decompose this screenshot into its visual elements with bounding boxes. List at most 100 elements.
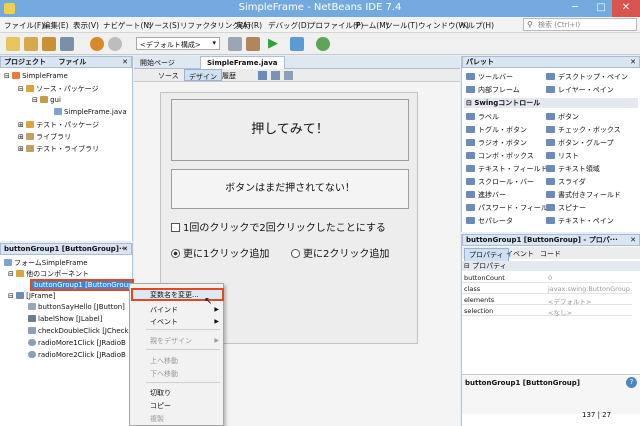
tab-code[interactable]: コード (540, 249, 561, 259)
palette-control[interactable]: コンボ・ボックス (466, 151, 534, 161)
maximize-button[interactable]: □ (588, 0, 614, 17)
ctx-item-cut[interactable]: 切取り (150, 388, 171, 398)
tree-item-java-file[interactable]: SimpleFrame.java (54, 108, 127, 116)
palette-control[interactable]: チェック・ボックス (546, 125, 621, 135)
subtab-source[interactable]: ソース (158, 71, 179, 81)
ctx-item-copy[interactable]: コピー (150, 401, 171, 411)
selection-mode-icon[interactable] (258, 71, 267, 80)
palette-layered-pane[interactable]: レイヤー・ペイン (546, 85, 614, 95)
nav-form-root[interactable]: フォームSimpleFrame (4, 258, 88, 268)
projects-close-icon[interactable]: ✕ (122, 57, 128, 67)
push-button[interactable]: 押してみて！ (171, 99, 409, 161)
properties-close-icon[interactable]: ✕ (630, 235, 636, 245)
menu-navigate[interactable]: ナビゲート(N) (103, 20, 152, 31)
menu-source[interactable]: ソース(S) (147, 20, 180, 31)
hammer-icon[interactable] (228, 37, 242, 51)
radio-selected-icon[interactable] (171, 249, 180, 258)
nav-label-show[interactable]: labelShow [JLabel] (28, 315, 102, 323)
nav-radio-more1[interactable]: radioMore1Click [JRadioB (28, 339, 126, 347)
connection-mode-icon[interactable] (271, 71, 280, 80)
ctx-item-bind[interactable]: バインド (150, 305, 178, 315)
new-project-icon[interactable] (24, 37, 38, 51)
tab-files[interactable]: ファイル (58, 58, 86, 66)
palette-control[interactable]: 書式付きフィールド (546, 190, 621, 200)
palette-control[interactable]: セパレータ (466, 216, 513, 226)
open-project-icon[interactable] (42, 37, 56, 51)
nav-button-sayhello[interactable]: buttonSayHello [JButton] (28, 303, 125, 311)
radio-more2[interactable]: 更に2クリック追加 (291, 245, 389, 260)
search-box[interactable]: ⚲ 検索 (Ctrl+I) (523, 18, 637, 31)
tab-start-page[interactable]: 開始ページ (140, 58, 175, 68)
tree-item-test-packages[interactable]: ⊞ テスト・パッケージ (18, 120, 99, 130)
tree-item-project[interactable]: ⊟ SimpleFrame (4, 72, 68, 80)
palette-section-swing[interactable]: ⊟ Swingコントロール (464, 98, 638, 108)
palette-control[interactable]: ラベル (466, 112, 499, 122)
palette-desktop-pane[interactable]: デスクトップ・ペイン (546, 72, 628, 82)
tab-properties[interactable]: プロパティ (464, 248, 509, 262)
radio-more1[interactable]: 更に1クリック追加 (171, 245, 269, 260)
property-row[interactable]: buttonCount 0 (462, 273, 632, 283)
palette-control[interactable]: 進捗バー (466, 190, 506, 200)
palette-control[interactable]: ボタン (546, 112, 579, 122)
menu-run[interactable]: 実行(R) (236, 20, 262, 31)
palette-control[interactable]: スピナー (546, 203, 586, 213)
nav-jframe[interactable]: ⊟ [JFrame] (8, 292, 55, 300)
tree-item-libraries[interactable]: ⊞ ライブラリ (18, 132, 71, 142)
menu-tools[interactable]: ツール(T) (385, 20, 418, 31)
property-value[interactable]: 0 (548, 274, 552, 282)
ctx-item-events[interactable]: イベント (150, 317, 178, 327)
properties-section[interactable]: ⊟ プロパティ (462, 261, 640, 271)
property-row[interactable]: elements <デフォルト> (462, 295, 632, 306)
run-icon[interactable]: ▶ (268, 36, 278, 51)
profile-icon[interactable] (316, 37, 330, 51)
help-icon[interactable]: ? (626, 377, 637, 388)
palette-control[interactable]: リスト (546, 151, 579, 161)
preview-icon[interactable] (284, 71, 293, 80)
new-file-icon[interactable] (6, 37, 20, 51)
palette-control[interactable]: テキスト領域 (546, 164, 600, 174)
tab-projects[interactable]: プロジェクト (4, 58, 46, 66)
property-row[interactable]: class javax.swing.ButtonGroup (462, 284, 632, 294)
double-click-checkbox[interactable]: 1回のクリックで2回クリックしたことにする (171, 219, 386, 234)
minimize-button[interactable]: ─ (562, 0, 588, 17)
subtab-design[interactable]: デザイン (184, 69, 222, 81)
tree-item-test-libraries[interactable]: ⊞ テスト・ライブラリ (18, 144, 99, 154)
palette-control[interactable]: スライダ (546, 177, 586, 187)
property-value[interactable]: javax.swing.ButtonGroup (548, 285, 630, 293)
menu-help[interactable]: ヘルプ(H) (460, 20, 494, 31)
redo-icon[interactable] (108, 37, 122, 51)
nav-radio-more2[interactable]: radioMore2Click [JRadioB (28, 351, 126, 359)
tab-simpleframe-java[interactable]: SimpleFrame.java (200, 56, 285, 69)
clean-build-icon[interactable] (246, 37, 260, 51)
close-button[interactable]: ✕ (612, 0, 640, 17)
config-select[interactable]: <デフォルト構成> ▾ (136, 37, 220, 50)
property-value[interactable]: <デフォルト> (548, 296, 591, 306)
palette-control[interactable]: テキスト・ペイン (546, 216, 614, 226)
menu-edit[interactable]: 編集(E) (43, 20, 69, 31)
undo-icon[interactable] (90, 37, 104, 51)
menu-view[interactable]: 表示(V) (73, 20, 99, 31)
nav-check-double[interactable]: checkDoubleClick [JCheck (28, 327, 129, 335)
debug-icon[interactable] (290, 37, 304, 51)
save-all-icon[interactable] (60, 37, 74, 51)
radio-unselected-icon[interactable] (291, 249, 300, 258)
palette-control[interactable]: パスワード・フィールド (466, 203, 555, 213)
menu-file[interactable]: ファイル(F) (4, 20, 44, 31)
tree-item-source-packages[interactable]: ⊟ ソース・パッケージ (18, 84, 99, 94)
palette-control[interactable]: スクロール・バー (466, 177, 534, 187)
property-value[interactable]: <なし> (548, 307, 572, 317)
palette-close-icon[interactable]: ✕ (630, 57, 636, 67)
navigator-close-icon[interactable]: ✕ (122, 244, 128, 254)
menu-debug[interactable]: デバッグ(D) (268, 20, 310, 31)
subtab-history[interactable]: 履歴 (222, 71, 236, 81)
palette-control[interactable]: テキスト・フィールド (466, 164, 548, 174)
nav-buttongroup1[interactable]: buttonGroup1 [ButtonGroup] (30, 279, 134, 291)
palette-control[interactable]: トグル・ボタン (466, 125, 527, 135)
palette-internal-frame[interactable]: 内部フレーム (466, 85, 520, 95)
tree-item-gui[interactable]: ⊟ gui (32, 96, 61, 104)
palette-toolbar[interactable]: ツールバー (466, 72, 513, 82)
palette-control[interactable]: ラジオ・ボタン (466, 138, 527, 148)
menu-team[interactable]: チーム(M) (354, 20, 389, 31)
checkbox-box[interactable] (171, 223, 180, 232)
property-row[interactable]: selection <なし> (462, 306, 632, 317)
